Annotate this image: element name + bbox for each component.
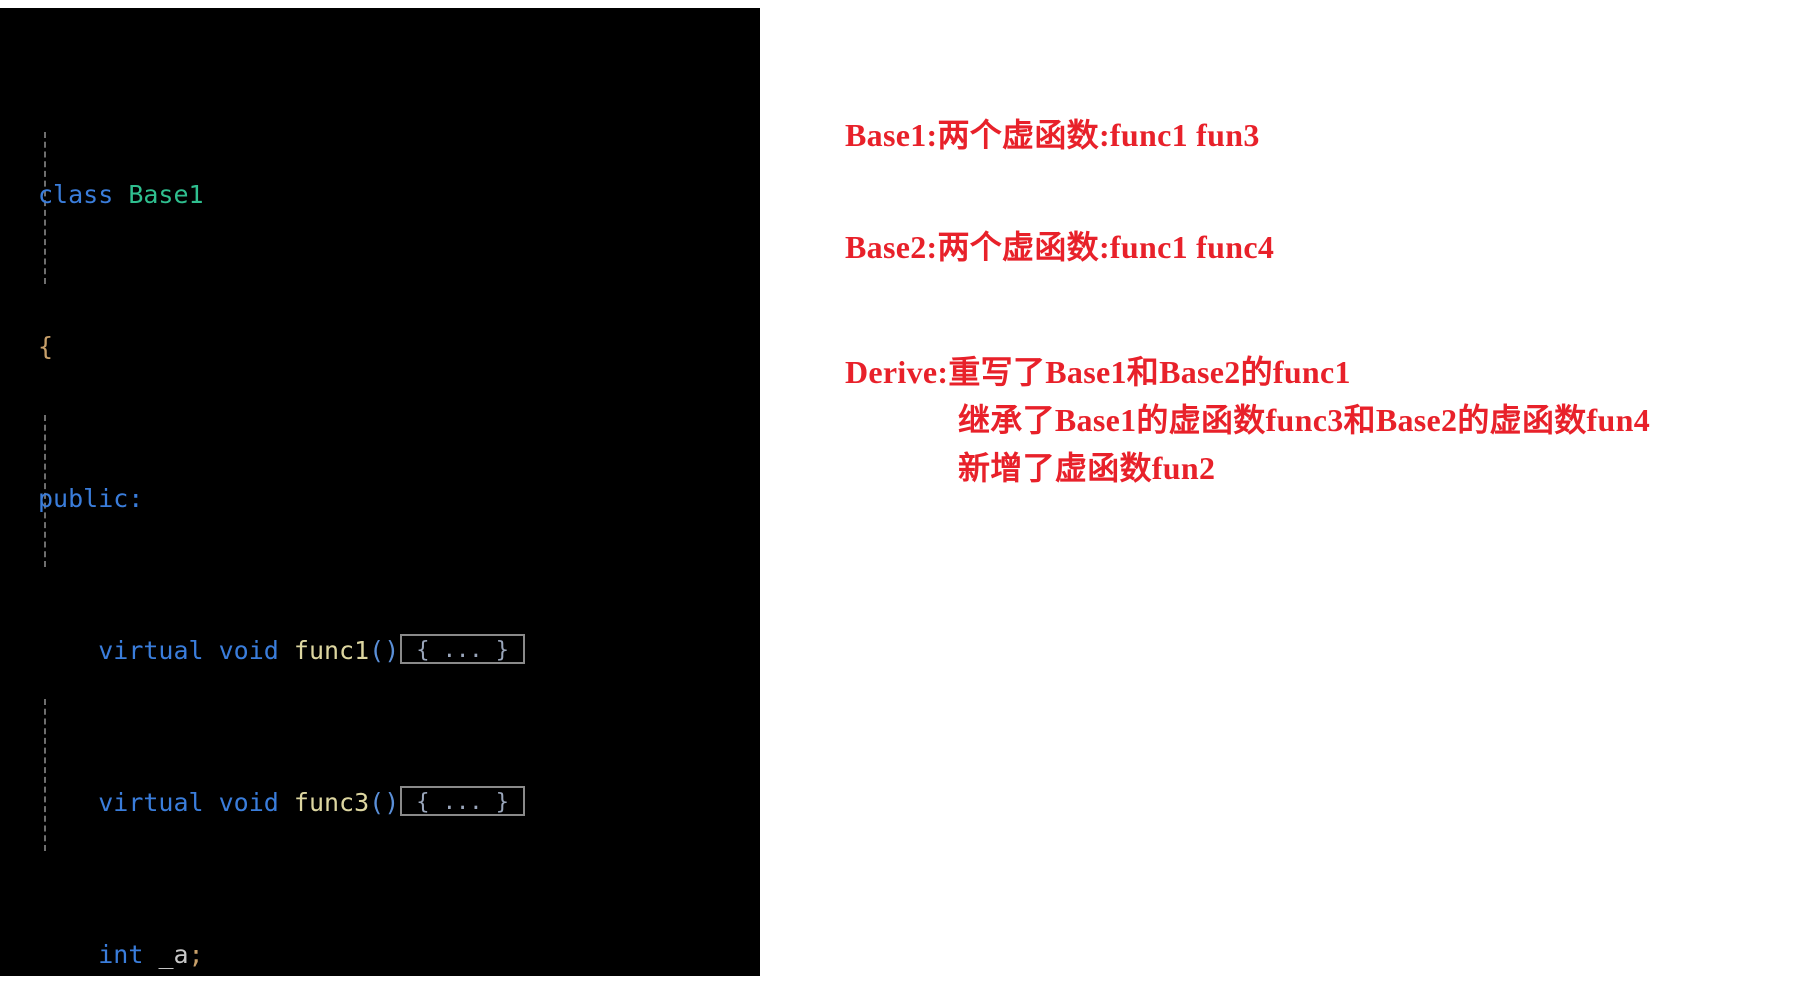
code-line-base1-member-a[interactable]: int _a; (0, 936, 640, 974)
open-brace: { (38, 332, 54, 361)
annotation-line-base1: Base1:两个虚函数:func1 fun3 (845, 117, 1260, 153)
code-line-access-base1[interactable]: public: (0, 480, 640, 518)
member-type: int (98, 940, 144, 969)
indent-spaces (38, 788, 98, 817)
annotation-panel: Base1:两个虚函数:func1 fun3 Base2:两个虚函数:func1… (845, 0, 1798, 993)
member-name-a: _a (158, 940, 189, 969)
collapsed-body-box[interactable]: { ... } (400, 786, 525, 816)
semicolon: ; (188, 940, 204, 969)
type-name-base1: Base1 (128, 180, 204, 209)
annotation-line-derive: Derive:重写了Base1和Base2的func1 (845, 354, 1351, 390)
code-line-base1-func1[interactable]: virtual void func1(){ ... } (0, 632, 640, 670)
code-editor-panel[interactable]: class Base1 { public: virtual void func1… (0, 8, 760, 976)
method-name-func1: func1 (293, 636, 370, 665)
code-area[interactable]: class Base1 { public: virtual void func1… (0, 8, 640, 976)
method-modifiers: virtual void (98, 788, 279, 817)
annotation-line-inherited: 继承了Base1的虚函数func3和Base2的虚函数fun4 (958, 402, 1651, 438)
annotation-line-new-virtual: 新增了虚函数fun2 (958, 450, 1216, 486)
collapsed-body-box[interactable]: { ... } (400, 634, 525, 664)
code-line-base1-func3[interactable]: virtual void func3(){ ... } (0, 784, 640, 822)
annotation-line-base2: Base2:两个虚函数:func1 func4 (845, 229, 1275, 265)
keyword-class: class (38, 180, 114, 209)
code-line-class-base1[interactable]: class Base1 (0, 176, 640, 214)
method-name-func3: func3 (293, 788, 370, 817)
indent-spaces (38, 636, 98, 665)
method-modifiers: virtual void (98, 636, 279, 665)
method-parens: () (369, 788, 400, 817)
code-line-open-brace-base1[interactable]: { (0, 328, 640, 366)
access-specifier: public: (38, 484, 144, 513)
method-parens: () (369, 636, 400, 665)
indent-spaces (38, 940, 98, 969)
